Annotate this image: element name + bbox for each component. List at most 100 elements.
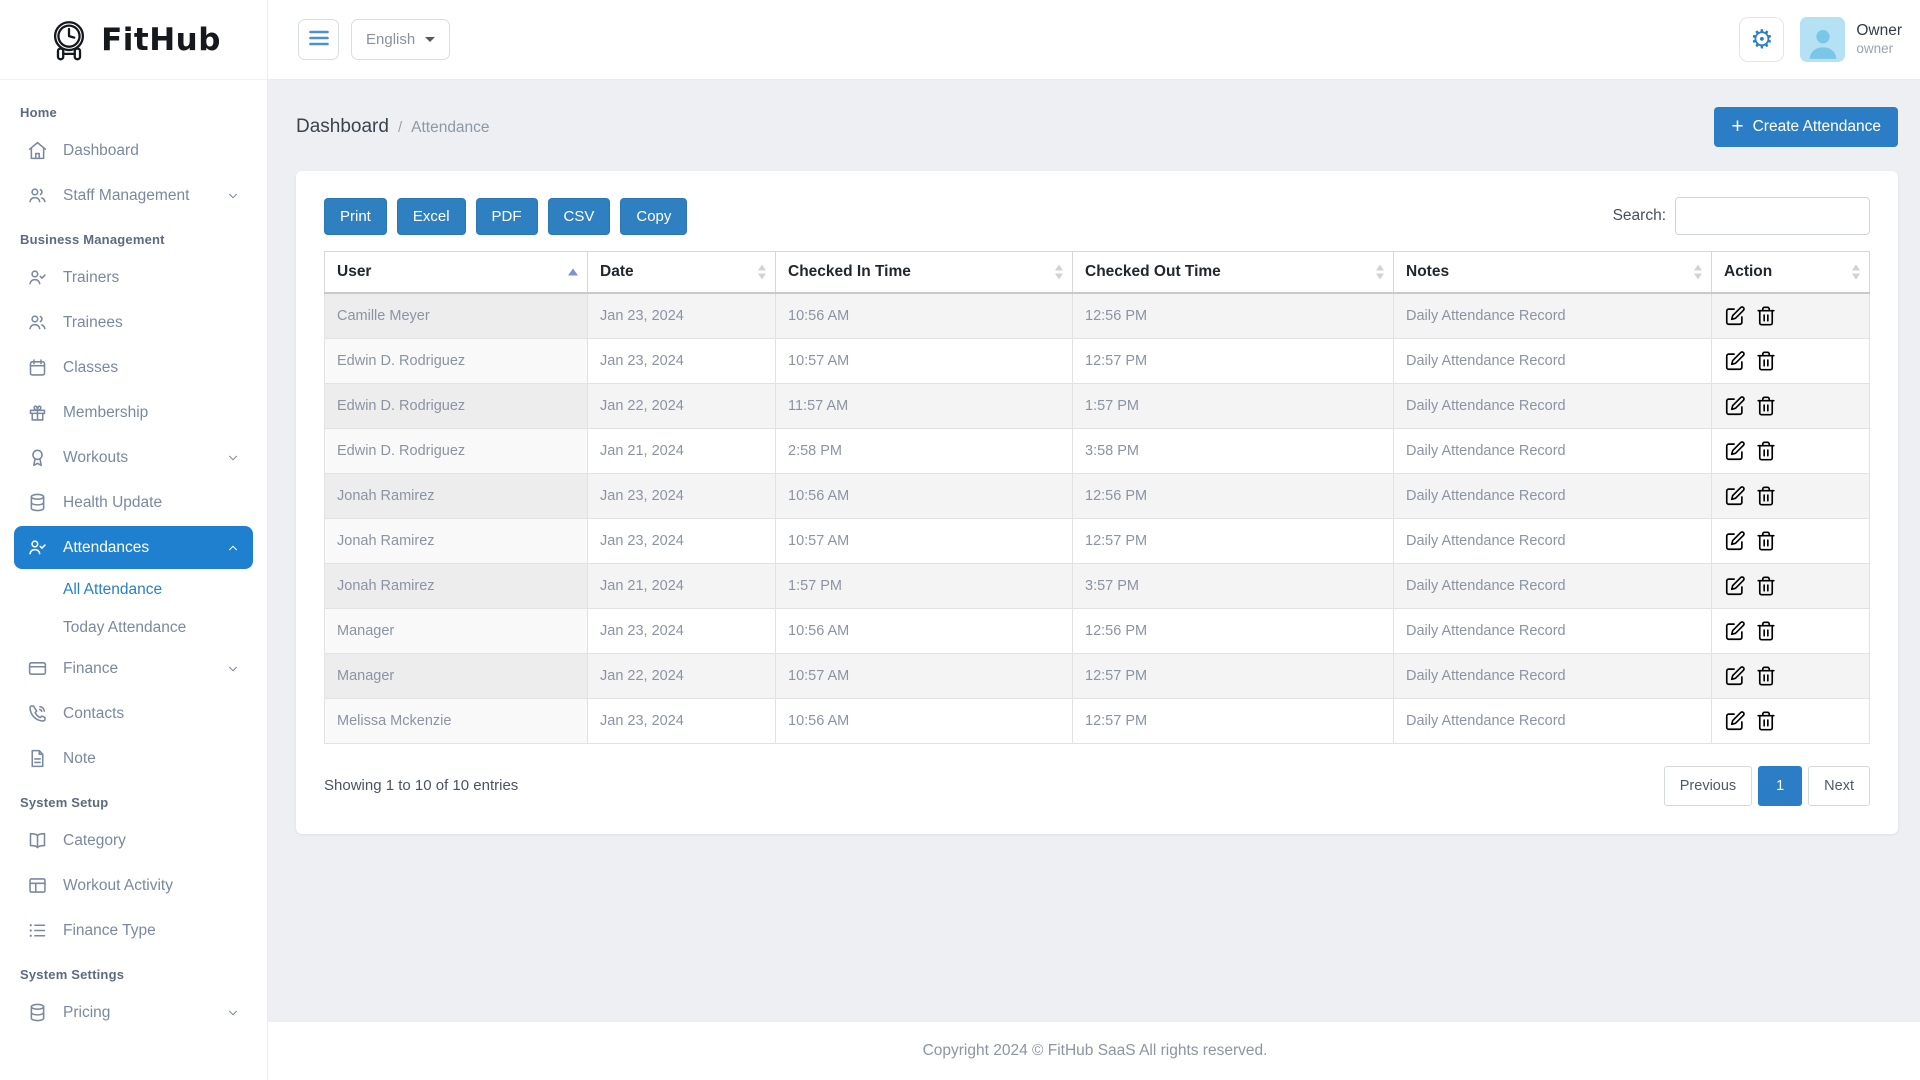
edit-button[interactable]	[1724, 620, 1746, 642]
chevron-down-icon	[226, 1006, 240, 1020]
avatar[interactable]	[1800, 17, 1845, 62]
sidebar-item-workout-activity[interactable]: Workout Activity	[14, 864, 253, 907]
sidebar-toggle-button[interactable]	[298, 19, 339, 60]
user-check-icon	[27, 267, 48, 288]
list-icon	[27, 920, 48, 941]
pagination-previous-button[interactable]: Previous	[1664, 766, 1752, 806]
brand-logo[interactable]: FitHub	[0, 0, 267, 80]
edit-button[interactable]	[1724, 665, 1746, 687]
column-header-checked-in-time[interactable]: Checked In Time	[776, 252, 1073, 293]
cell-checked-in: 10:56 AM	[776, 608, 1073, 653]
pagination: Previous 1 Next	[1664, 766, 1870, 806]
plus-icon: +	[1731, 116, 1743, 137]
delete-button[interactable]	[1755, 485, 1777, 507]
search-input[interactable]	[1675, 197, 1870, 235]
brand-name: FitHub	[101, 22, 221, 58]
edit-button[interactable]	[1724, 395, 1746, 417]
cell-action	[1712, 518, 1870, 563]
sidebar-item-finance-type[interactable]: Finance Type	[14, 909, 253, 952]
export-copy-button[interactable]: Copy	[620, 198, 687, 235]
export-buttons-group: Print Excel PDF CSVCopy	[324, 198, 697, 235]
cell-action	[1712, 338, 1870, 383]
sidebar-item-membership[interactable]: Membership	[14, 391, 253, 434]
user-meta[interactable]: Owner owner	[1856, 21, 1902, 57]
edit-button[interactable]	[1724, 305, 1746, 327]
caret-down-icon	[425, 37, 435, 42]
sidebar-item-staff-management[interactable]: Staff Management	[14, 174, 253, 217]
edit-icon	[1724, 350, 1746, 372]
edit-button[interactable]	[1724, 350, 1746, 372]
sidebar-item-health-update[interactable]: Health Update	[14, 481, 253, 524]
create-attendance-button[interactable]: + Create Attendance	[1714, 107, 1898, 147]
cell-checked-in: 2:58 PM	[776, 428, 1073, 473]
database-icon	[27, 1002, 48, 1023]
sidebar-item-workouts[interactable]: Workouts	[14, 436, 253, 479]
delete-button[interactable]	[1755, 530, 1777, 552]
sidebar-item-label: Pricing	[63, 1004, 211, 1022]
delete-button[interactable]	[1755, 620, 1777, 642]
sidebar-item-category[interactable]: Category	[14, 819, 253, 862]
sidebar-item-trainees[interactable]: Trainees	[14, 301, 253, 344]
delete-button[interactable]	[1755, 665, 1777, 687]
cell-notes: Daily Attendance Record	[1394, 698, 1712, 743]
sidebar-item-dashboard[interactable]: Dashboard	[14, 129, 253, 172]
cell-user: Jonah Ramirez	[325, 473, 588, 518]
pagination-page-1-button[interactable]: 1	[1758, 766, 1802, 806]
cell-notes: Daily Attendance Record	[1394, 473, 1712, 518]
edit-button[interactable]	[1724, 710, 1746, 732]
column-header-user[interactable]: User	[325, 252, 588, 293]
sidebar-item-label: Attendances	[63, 539, 211, 557]
edit-icon	[1724, 395, 1746, 417]
hamburger-menu-icon	[309, 30, 329, 49]
delete-button[interactable]	[1755, 710, 1777, 732]
users-icon	[27, 312, 48, 333]
sidebar-section-home: Home	[14, 92, 253, 129]
cell-user: Camille Meyer	[325, 293, 588, 339]
cell-notes: Daily Attendance Record	[1394, 563, 1712, 608]
sidebar-subitem-all-attendance[interactable]: All Attendance	[14, 571, 253, 609]
table-row: Jonah RamirezJan 21, 20241:57 PM3:57 PMD…	[325, 563, 1870, 608]
delete-button[interactable]	[1755, 305, 1777, 327]
settings-button[interactable]: ⚙	[1739, 17, 1784, 62]
column-header-label: Date	[600, 263, 634, 280]
column-header-notes[interactable]: Notes	[1394, 252, 1712, 293]
layout-icon	[27, 875, 48, 896]
cell-notes: Daily Attendance Record	[1394, 608, 1712, 653]
cell-checked-in: 1:57 PM	[776, 563, 1073, 608]
column-header-action[interactable]: Action	[1712, 252, 1870, 293]
sidebar-item-finance[interactable]: Finance	[14, 647, 253, 690]
column-header-checked-out-time[interactable]: Checked Out Time	[1073, 252, 1394, 293]
cell-date: Jan 23, 2024	[588, 338, 776, 383]
sidebar-subitem-today-attendance[interactable]: Today Attendance	[14, 609, 253, 647]
sidebar-item-trainers[interactable]: Trainers	[14, 256, 253, 299]
delete-button[interactable]	[1755, 350, 1777, 372]
column-header-date[interactable]: Date	[588, 252, 776, 293]
page-head: Dashboard / Attendance + Create Attendan…	[296, 107, 1898, 147]
sidebar-item-attendances[interactable]: Attendances	[14, 526, 253, 569]
column-header-label: User	[337, 263, 371, 280]
breadcrumb-dashboard-link[interactable]: Dashboard	[296, 116, 389, 138]
sidebar-item-contacts[interactable]: Contacts	[14, 692, 253, 735]
sidebar-section-business-management: Business Management	[14, 219, 253, 256]
edit-button[interactable]	[1724, 485, 1746, 507]
language-selector[interactable]: English	[351, 19, 450, 60]
sidebar-item-classes[interactable]: Classes	[14, 346, 253, 389]
edit-button[interactable]	[1724, 440, 1746, 462]
edit-button[interactable]	[1724, 530, 1746, 552]
delete-button[interactable]	[1755, 395, 1777, 417]
chevron-down-icon	[226, 662, 240, 676]
sidebar-item-label: Trainers	[63, 269, 240, 287]
delete-button[interactable]	[1755, 440, 1777, 462]
export-pdf-button[interactable]: PDF	[476, 198, 538, 235]
table-header: User Date Checked In TimeChecked Out TimeN…	[325, 252, 1870, 293]
export-excel-button[interactable]: Excel	[397, 198, 466, 235]
export-csv-button[interactable]: CSV	[548, 198, 611, 235]
edit-button[interactable]	[1724, 575, 1746, 597]
sidebar-item-note[interactable]: Note	[14, 737, 253, 780]
cell-user: Edwin D. Rodriguez	[325, 338, 588, 383]
export-print-button[interactable]: Print	[324, 198, 387, 235]
sidebar-item-pricing[interactable]: Pricing	[14, 991, 253, 1034]
user-name: Owner	[1856, 21, 1902, 40]
pagination-next-button[interactable]: Next	[1808, 766, 1870, 806]
delete-button[interactable]	[1755, 575, 1777, 597]
